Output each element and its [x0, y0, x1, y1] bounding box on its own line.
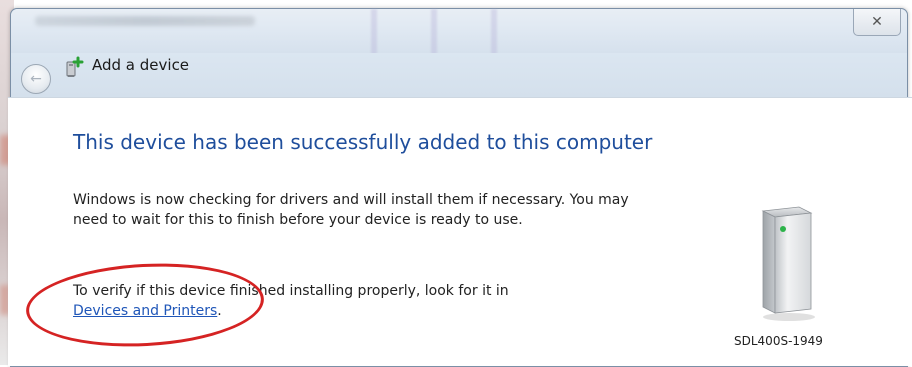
content-area: This device has been successfully added … [8, 97, 912, 366]
annotation-circle [24, 257, 266, 353]
status-message: Windows is now checking for drivers and … [73, 192, 629, 228]
back-button[interactable]: ← [21, 64, 51, 94]
page-heading: This device has been successfully added … [73, 130, 653, 154]
title-bar[interactable]: ✕ [11, 9, 907, 99]
close-button[interactable]: ✕ [853, 9, 901, 36]
back-arrow-icon: ← [30, 70, 42, 87]
blurred-background-text [35, 16, 255, 26]
close-icon: ✕ [871, 14, 883, 30]
computer-tower-icon [761, 206, 815, 321]
window-title: Add a device [92, 56, 190, 74]
device-name[interactable]: SDL400S-1949 [734, 334, 823, 348]
add-device-icon [66, 56, 84, 77]
